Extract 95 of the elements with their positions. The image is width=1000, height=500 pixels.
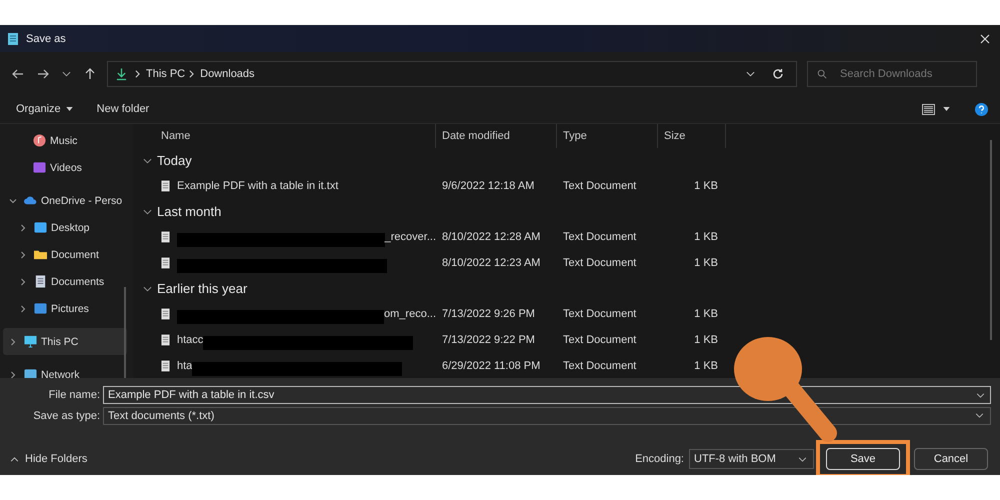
- list-view-icon[interactable]: [922, 104, 935, 114]
- column-header[interactable]: Date modified: [436, 124, 557, 148]
- column-header[interactable]: Name: [141, 124, 436, 148]
- help-icon[interactable]: [975, 102, 988, 116]
- group-header[interactable]: Earlier this year: [141, 276, 248, 301]
- chevron-down-icon[interactable]: [9, 196, 17, 204]
- chevron-right-icon[interactable]: [19, 304, 27, 312]
- download-icon: [116, 66, 127, 80]
- caret-icon[interactable]: [943, 107, 950, 111]
- size-cell-text: 1 KB: [693, 334, 719, 346]
- chevron-up-icon: [10, 456, 19, 462]
- sidebar-item[interactable]: OneDrive - Perso: [3, 187, 127, 214]
- text-file-icon: [161, 180, 170, 192]
- chevron-down-icon[interactable]: [746, 70, 755, 76]
- encoding-dropdown[interactable]: UTF-8 with BOM: [689, 449, 814, 469]
- file-name[interactable]: htacc: [177, 334, 204, 346]
- date-cell-text: 8/10/2022 12:23 AM: [441, 257, 542, 269]
- notepad-icon: [8, 32, 18, 44]
- field-label: Save as type:: [32, 410, 101, 422]
- date-cell-text: 9/6/2022 12:18 AM: [441, 180, 536, 192]
- file-name[interactable]: _recover...: [384, 231, 436, 243]
- doc-icon: [34, 275, 47, 288]
- sidebar-item[interactable]: Pictures: [3, 295, 127, 322]
- date-cell-text: 7/13/2022 9:26 PM: [441, 308, 536, 320]
- type-cell-text: Text Document: [562, 180, 638, 192]
- cancel-button[interactable]: Cancel: [914, 448, 988, 470]
- size-cell-text: 1 KB: [693, 257, 719, 269]
- sidebar-item[interactable]: Document: [3, 241, 127, 268]
- window-title: Save as: [26, 32, 66, 44]
- chevron-down-icon[interactable]: [976, 392, 985, 398]
- new-folder-button[interactable]: New folder: [86, 99, 160, 119]
- sidebar-item[interactable]: Music: [3, 127, 127, 154]
- search-icon: [817, 68, 827, 78]
- type-cell-text: Text Document: [562, 334, 638, 346]
- sidebar-item[interactable]: Documents: [3, 268, 127, 295]
- chevron-right-icon[interactable]: [9, 370, 17, 378]
- chevron-down-icon[interactable]: [62, 70, 71, 76]
- close-icon[interactable]: [980, 34, 990, 44]
- forward-arrow-icon[interactable]: [37, 68, 49, 80]
- chevron-down-icon: [143, 286, 152, 292]
- sidebar-item[interactable]: Videos: [3, 154, 127, 181]
- text-file-icon: [161, 257, 170, 269]
- caret-icon: [66, 107, 73, 112]
- date-cell-text: 6/29/2022 11:08 PM: [441, 360, 542, 372]
- chevron-right-icon: [135, 70, 140, 78]
- cloud-icon: [24, 194, 37, 207]
- save-button[interactable]: Save: [826, 448, 900, 470]
- text-file-icon: [161, 334, 170, 346]
- file-name[interactable]: hta: [177, 360, 192, 372]
- date-cell-text: 8/10/2022 12:28 AM: [441, 231, 542, 243]
- chevron-right-icon[interactable]: [19, 250, 27, 258]
- text-file-icon: [161, 231, 170, 243]
- chevron-right-icon[interactable]: [19, 224, 27, 232]
- text-file-icon: [161, 360, 170, 372]
- size-cell-text: 1 KB: [693, 180, 719, 192]
- size-cell-text: 1 KB: [693, 231, 719, 243]
- group-header[interactable]: Today: [141, 148, 192, 173]
- column-header[interactable]: Type: [557, 124, 658, 148]
- breadcrumb[interactable]: This PC: [146, 68, 186, 80]
- hide-folders-button[interactable]: Hide Folders: [8, 451, 90, 467]
- chevron-right-icon[interactable]: [19, 278, 27, 286]
- address-bar[interactable]: This PC Downloads: [107, 60, 797, 86]
- file-name[interactable]: Example PDF with a table in it.txt: [177, 180, 338, 192]
- sidebar-item[interactable]: Network: [3, 361, 127, 378]
- column-header[interactable]: Size: [658, 124, 726, 148]
- chevron-down-icon: [975, 413, 984, 418]
- save-type-dropdown[interactable]: Text documents (*.txt): [103, 406, 991, 424]
- size-cell-text: 1 KB: [693, 308, 719, 320]
- chevron-down-icon: [143, 208, 152, 214]
- back-arrow-icon[interactable]: [12, 68, 24, 80]
- pc-icon: [24, 335, 37, 348]
- folder-icon: [34, 248, 47, 261]
- up-arrow-icon[interactable]: [84, 68, 96, 80]
- organize-button[interactable]: Organize: [6, 99, 83, 119]
- chevron-down-icon: [798, 456, 807, 462]
- file-name-field[interactable]: Example PDF with a table in it.csv: [103, 386, 991, 404]
- sidebar-item[interactable]: This PC: [3, 328, 127, 355]
- encoding-label: Encoding:: [635, 453, 684, 465]
- type-cell-text: Text Document: [562, 308, 638, 320]
- group-header[interactable]: Last month: [141, 199, 222, 224]
- breadcrumb[interactable]: Downloads: [200, 68, 255, 80]
- type-cell-text: Text Document: [562, 231, 638, 243]
- chevron-right-icon[interactable]: [9, 338, 17, 346]
- search-field[interactable]: Search Downloads: [807, 60, 977, 86]
- field-label: File name:: [48, 388, 101, 400]
- type-cell-text: Text Document: [562, 257, 638, 269]
- file-name[interactable]: om_reco...: [384, 308, 436, 320]
- sidebar-item[interactable]: Desktop: [3, 214, 127, 241]
- text-file-icon: [161, 308, 170, 320]
- date-cell-text: 7/13/2022 9:22 PM: [441, 334, 536, 346]
- size-cell-text: 1 KB: [693, 360, 719, 372]
- chevron-down-icon: [143, 158, 152, 164]
- type-cell-text: Text Document: [562, 360, 638, 372]
- chevron-right-icon: [189, 70, 194, 78]
- refresh-icon[interactable]: [772, 68, 784, 80]
